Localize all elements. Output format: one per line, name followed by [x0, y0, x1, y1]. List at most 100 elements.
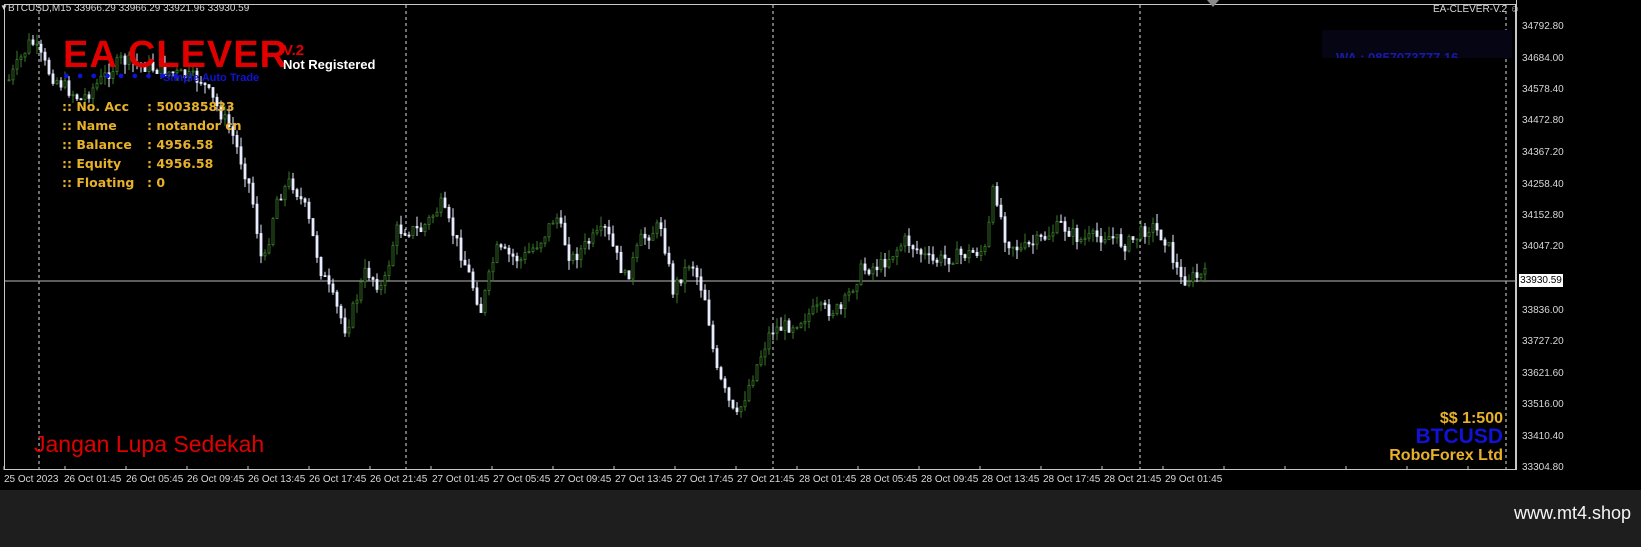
bear-candle-body: [367, 267, 371, 278]
indicator-name-label[interactable]: EA-CLEVER-V.2 ☺: [1433, 4, 1520, 15]
bull-candle-body: [795, 326, 799, 329]
bear-candle-body: [479, 303, 483, 313]
bear-candle-body: [963, 254, 967, 259]
bull-candle-body: [283, 186, 287, 201]
time-tick: 26 Oct 01:45: [64, 474, 122, 485]
bear-candle-body: [515, 255, 519, 262]
bear-candle-body: [331, 283, 335, 293]
bull-candle-body: [951, 263, 955, 265]
bear-candle-body: [1059, 220, 1063, 223]
bear-candle-body: [659, 222, 663, 230]
equity-label: :: Equity: [62, 156, 122, 171]
time-tick: 27 Oct 09:45: [554, 474, 612, 485]
bull-candle-body: [743, 400, 747, 408]
bull-candle-body: [535, 247, 539, 250]
bear-candle-body: [1003, 216, 1007, 243]
chart-shift-marker[interactable]: [1207, 0, 1219, 7]
time-tick: 27 Oct 01:45: [432, 474, 490, 485]
time-tick: 28 Oct 01:45: [799, 474, 857, 485]
bear-candle-body: [1195, 272, 1199, 278]
bull-candle-body: [683, 267, 687, 284]
bear-candle-body: [255, 203, 259, 234]
bull-candle-body: [275, 198, 279, 220]
current-price-tag: 33930.59: [1519, 274, 1563, 287]
bull-candle-body: [623, 270, 627, 274]
time-tick: 28 Oct 05:45: [860, 474, 918, 485]
bull-candle-body: [871, 266, 875, 275]
floating-label: :: Floating: [62, 175, 135, 190]
bear-candle-body: [563, 222, 567, 246]
bull-candle-body: [1135, 238, 1139, 241]
bull-candle-body: [555, 217, 559, 224]
bear-candle-body: [619, 251, 623, 274]
bear-candle-body: [415, 226, 419, 229]
time-tick: 25 Oct 2023: [4, 474, 59, 485]
bull-candle-body: [355, 299, 359, 304]
bear-candle-body: [911, 245, 915, 250]
bear-candle-body: [403, 233, 407, 236]
bull-candle-body: [491, 262, 495, 273]
bear-candle-body: [299, 196, 303, 200]
registration-status: Not Registered: [283, 57, 376, 72]
contact-box: WA : 0857073777 16: [1322, 30, 1512, 58]
bear-candle-body: [995, 186, 999, 206]
bull-candle-body: [751, 380, 755, 386]
bull-candle-body: [987, 221, 991, 247]
bear-candle-body: [503, 246, 507, 249]
bull-candle-body: [539, 242, 543, 249]
bear-candle-body: [247, 178, 251, 184]
bear-candle-body: [59, 80, 63, 88]
account-number-value: : 500385833: [147, 99, 235, 114]
bear-candle-body: [787, 320, 791, 333]
bear-candle-body: [823, 302, 827, 306]
bear-candle-body: [1171, 242, 1175, 263]
price-tick: 33304.80: [1522, 462, 1564, 473]
time-tick: 26 Oct 09:45: [187, 474, 245, 485]
bear-candle-body: [1099, 236, 1103, 243]
bull-candle-body: [427, 216, 431, 225]
bull-candle-body: [759, 356, 763, 366]
bear-candle-body: [691, 266, 695, 269]
bear-candle-body: [323, 275, 327, 278]
reminder-text: Jangan Lupa Sedekah: [34, 431, 265, 457]
bull-candle-body: [967, 250, 971, 259]
bear-candle-body: [467, 264, 471, 273]
bear-candle-body: [615, 245, 619, 253]
bear-candle-body: [51, 73, 55, 84]
bull-candle-body: [1107, 236, 1111, 240]
bull-candle-body: [359, 281, 363, 301]
bear-candle-body: [731, 399, 735, 409]
symbol-menu-arrow-icon[interactable]: ▼: [0, 3, 8, 12]
bear-candle-body: [463, 259, 467, 266]
bull-candle-body: [487, 271, 491, 291]
bull-candle-body: [899, 245, 903, 251]
balance-label: :: Balance: [62, 137, 132, 152]
bull-candle-body: [1035, 234, 1039, 245]
bear-candle-body: [1179, 266, 1183, 278]
bear-candle-body: [1015, 246, 1019, 251]
bear-candle-body: [863, 263, 867, 271]
bull-candle-body: [1203, 267, 1207, 275]
bull-candle-body: [591, 232, 595, 244]
bear-candle-body: [311, 218, 315, 237]
bull-candle-body: [635, 244, 639, 258]
bear-candle-body: [1119, 234, 1123, 247]
bear-candle-body: [627, 270, 631, 280]
bear-candle-body: [727, 387, 731, 401]
bull-candle-body: [799, 322, 803, 328]
bear-candle-body: [447, 206, 451, 219]
ea-logo-subtitle: Simple Auto Trade: [163, 72, 260, 84]
bull-candle-body: [791, 327, 795, 333]
bear-candle-body: [671, 263, 675, 295]
bear-candle-body: [611, 233, 615, 247]
bear-candle-body: [715, 348, 719, 368]
bull-candle-body: [755, 364, 759, 382]
bear-candle-body: [567, 244, 571, 261]
bear-candle-body: [699, 276, 703, 291]
bear-candle-body: [971, 250, 975, 253]
bull-candle-body: [819, 302, 823, 306]
equity-value: : 4956.58: [147, 156, 214, 171]
bull-candle-body: [1087, 232, 1091, 239]
bull-candle-body: [639, 233, 643, 246]
chart-area[interactable]: ▼ BTCUSD,M15 33966.29 33966.29 33921.96 …: [0, 0, 1641, 473]
